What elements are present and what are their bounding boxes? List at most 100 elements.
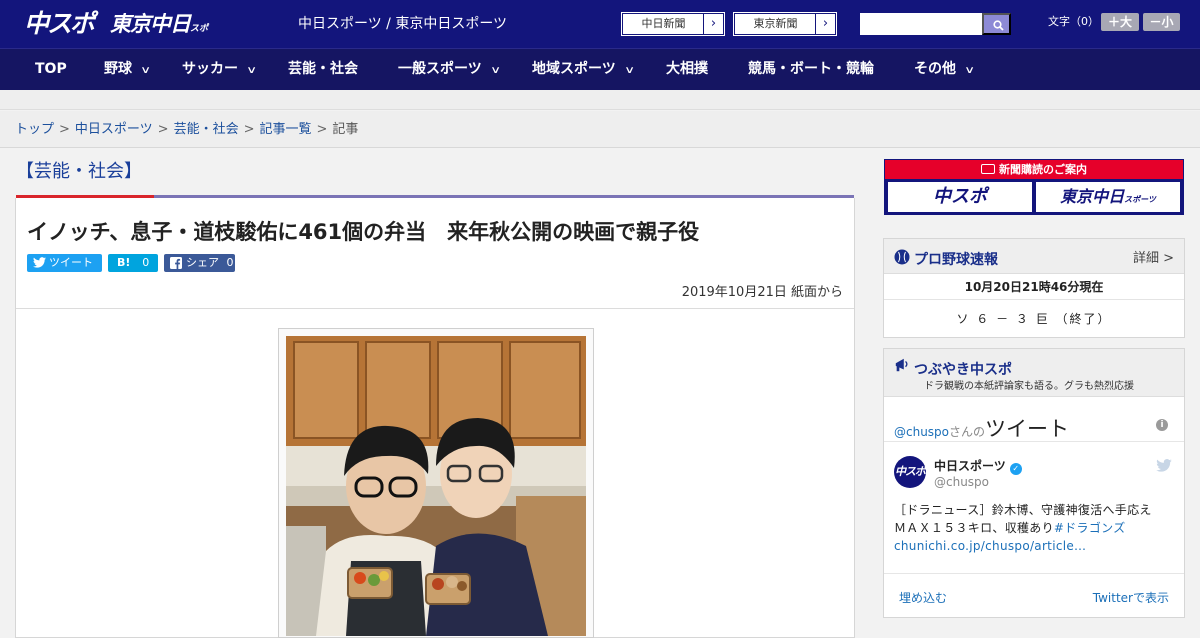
nav-label: 野球 (104, 61, 132, 77)
tweet-hashtag-link[interactable]: #ドラゴンズ (1054, 521, 1126, 535)
baseball-widget-header: プロ野球速報 詳細 > (884, 239, 1184, 274)
search-icon (993, 20, 1004, 31)
baseball-icon (894, 249, 910, 265)
tokyo-subscribe-button[interactable]: 東京中日スポーツ (1036, 182, 1180, 212)
breadcrumb-separator: > (157, 122, 169, 137)
breadcrumb-separator: > (243, 122, 255, 137)
breadcrumb-separator: > (316, 122, 328, 137)
tweets-widget: つぶやき中スポ ドラ観戦の本紙評論家も語る。グラも熱烈応援 @chuspoさんの… (883, 348, 1185, 618)
main-nav: TOP 野球 ∨ サッカー ∨ 芸能・社会 一般スポーツ ∨ 地域スポーツ ∨ 大相撲 … (0, 48, 1200, 90)
facebook-share-label: シェア (186, 256, 219, 269)
timeline-handle-link[interactable]: @chuspo (894, 425, 949, 439)
nav-label: TOP (35, 61, 67, 77)
nav-racing[interactable]: 競馬・ボート・競輪 (748, 49, 874, 90)
timeline-header-mid: さんの (949, 425, 986, 439)
tweet-author-name[interactable]: 中日スポーツ ✓ (934, 457, 1022, 475)
tweets-widget-subtitle: ドラ観戦の本紙評論家も語る。グラも熱烈応援 (924, 381, 1134, 392)
photo-illustration (286, 336, 586, 636)
article-photo[interactable] (286, 336, 586, 636)
nav-top[interactable]: TOP (35, 49, 67, 90)
chevron-right-icon: › (815, 14, 835, 34)
breadcrumb-separator: > (59, 122, 70, 137)
search-input[interactable] (860, 13, 982, 35)
baseball-score[interactable]: ソ ６ － ３ 巨 （終了） (884, 301, 1184, 337)
subscription-banner[interactable]: 新聞購読のご案内 中スポ 東京中日スポーツ (884, 159, 1184, 215)
tweets-divider (884, 441, 1184, 442)
timeline-header-title: ツイート (985, 417, 1070, 441)
chevron-down-icon: ∨ (623, 65, 635, 76)
chunichi-shimbun-link[interactable]: 中日新聞 › (621, 12, 725, 36)
nav-local-sports[interactable]: 地域スポーツ ∨ (532, 49, 635, 90)
font-smaller-button[interactable]: －小 (1143, 13, 1180, 31)
newspaper-icon (981, 164, 995, 174)
nav-sumo[interactable]: 大相撲 (666, 49, 708, 90)
nav-soccer[interactable]: サッカー ∨ (182, 49, 258, 90)
breadcrumb: トップ > 中日スポーツ > 芸能・社会 > 記事一覧 > 記事 (0, 111, 1200, 148)
hatena-icon: B! (117, 256, 131, 269)
tweet-author-text: 中日スポーツ (934, 459, 1006, 473)
tokyo-shimbun-link[interactable]: 東京新聞 › (733, 12, 837, 36)
facebook-count: 0 (226, 256, 234, 269)
baseball-widget-title: プロ野球速報 (914, 252, 998, 268)
embed-link[interactable]: 埋め込む (899, 589, 947, 606)
search-button[interactable] (982, 13, 1011, 35)
nav-label: サッカー (182, 61, 238, 77)
twitter-bird-icon[interactable] (1156, 459, 1172, 472)
hatena-bookmark-button[interactable]: B! 0 (108, 254, 158, 272)
site-header: 中スポ 東京中日スポーツ 中日スポーツ / 東京中日スポーツ 中日新聞 › 東京… (0, 0, 1200, 69)
nav-label: 芸能・社会 (288, 61, 358, 77)
section-title: 【芸能・社会】 (16, 161, 142, 182)
tokyo-subscribe-small: スポーツ (1124, 195, 1156, 204)
megaphone-icon (895, 358, 908, 372)
breadcrumb-top[interactable]: トップ (15, 122, 54, 137)
baseball-widget: プロ野球速報 詳細 > 10月20日21時46分現在 ソ ６ － ３ 巨 （終了… (883, 238, 1185, 338)
breadcrumb-chunichi-sports[interactable]: 中日スポーツ (75, 122, 153, 137)
tokyo-chunichi-logo[interactable]: 東京中日スポーツ (110, 9, 210, 69)
site-name: 中日スポーツ / 東京中日スポーツ (298, 16, 508, 32)
nav-label: 一般スポーツ (398, 61, 482, 77)
facebook-share-button[interactable]: シェア 0 (164, 254, 235, 272)
chevron-down-icon: ∨ (964, 65, 976, 76)
twitter-bird-icon (33, 257, 46, 268)
article-divider (16, 308, 854, 309)
view-on-twitter-link[interactable]: Twitterで表示 (1093, 589, 1169, 606)
info-icon[interactable]: i (1156, 419, 1168, 431)
baseball-detail-link[interactable]: 詳細 > (1133, 247, 1174, 266)
nav-label: その他 (914, 61, 956, 77)
nav-baseball[interactable]: 野球 ∨ (104, 49, 151, 90)
tweet-article-link[interactable]: chunichi.co.jp/chuspo/article… (894, 539, 1086, 553)
font-larger-button[interactable]: ＋大 (1101, 13, 1139, 31)
tokyo-subscribe-text: 東京中日 (1060, 187, 1125, 206)
twitter-timeline-header: @chuspoさんのツイート (894, 413, 1069, 443)
chevron-down-icon: ∨ (489, 65, 501, 76)
ext-link-label: 中日新聞 (641, 17, 686, 30)
avatar[interactable]: 中スポ (894, 456, 926, 488)
tweets-widget-header: つぶやき中スポ ドラ観戦の本紙評論家も語る。グラも熱烈応援 (884, 349, 1184, 397)
tweet-text: ［ドラニュース］鈴木博、守護神復活へ手応え ＭＡＸ１５３キロ、収穫あり#ドラゴン… (894, 501, 1176, 555)
article-card: イノッチ、息子・道枝駿佑に461個の弁当 来年秋公開の映画で親子役 ツイート B… (15, 198, 855, 638)
breadcrumb-entertainment[interactable]: 芸能・社会 (174, 122, 239, 137)
chuspo-logo[interactable]: 中スポ (24, 7, 100, 41)
tweets-widget-title: つぶやき中スポ (914, 362, 1012, 378)
tweet-share-button[interactable]: ツイート (27, 254, 102, 272)
article-date: 2019年10月21日 紙面から (681, 285, 843, 300)
chevron-down-icon: ∨ (246, 65, 258, 76)
tweet-author-handle[interactable]: @chuspo (934, 475, 989, 489)
chevron-right-icon: › (703, 14, 723, 34)
tweets-footer-divider (884, 573, 1184, 574)
nav-label: 競馬・ボート・競輪 (748, 61, 874, 77)
nav-label: 地域スポーツ (532, 61, 616, 77)
ext-link-label: 東京新聞 (753, 17, 798, 30)
nav-entertainment[interactable]: 芸能・社会 (288, 49, 358, 90)
font-size-label: 文字（0） (1048, 15, 1099, 28)
baseball-update-time: 10月20日21時46分現在 (884, 275, 1184, 300)
article-headline: イノッチ、息子・道枝駿佑に461個の弁当 来年秋公開の映画で親子役 (27, 220, 700, 244)
breadcrumb-article-list[interactable]: 記事一覧 (260, 122, 312, 137)
chuspo-subscribe-button[interactable]: 中スポ (888, 182, 1032, 212)
breadcrumb-current: 記事 (332, 122, 359, 137)
nav-other[interactable]: その他 ∨ (914, 49, 976, 90)
hatena-count: 0 (142, 256, 150, 269)
nav-general-sports[interactable]: 一般スポーツ ∨ (398, 49, 501, 90)
subscription-banner-title: 新聞購読のご案内 (885, 160, 1183, 179)
verified-badge-icon: ✓ (1009, 463, 1022, 475)
